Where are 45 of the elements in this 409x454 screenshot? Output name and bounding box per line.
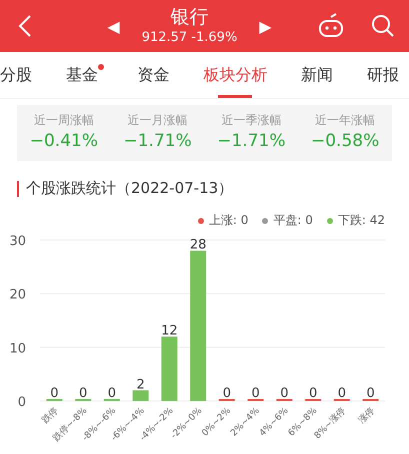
- bar-value-label: 0: [338, 386, 346, 401]
- bar-value-label: 0: [251, 386, 260, 401]
- y-tick-label: 0: [18, 395, 26, 410]
- bar-value-label: 0: [222, 386, 232, 401]
- section-title: 个股涨跌统计（2022-07-13）: [26, 179, 234, 198]
- stat-value: −1.71%: [217, 130, 286, 153]
- bar-value-label: 0: [280, 386, 289, 401]
- stat-label: 近一季涨幅: [220, 112, 282, 129]
- search-icon[interactable]: [371, 14, 395, 38]
- bar-value-label: 28: [190, 238, 206, 253]
- y-tick-label: 20: [9, 288, 26, 303]
- sector-title: 银行: [169, 5, 210, 29]
- next-button[interactable]: ▶: [259, 16, 272, 36]
- tab[interactable]: 基金: [66, 52, 104, 98]
- stat-value: −0.41%: [30, 130, 98, 153]
- bar-value-label: 0: [50, 386, 59, 401]
- bar-value-label: 0: [78, 386, 88, 401]
- stat-value: −0.58%: [311, 130, 380, 153]
- legend-label: 平盘: 0: [273, 212, 313, 229]
- previous-button[interactable]: ◀: [107, 16, 120, 36]
- tab[interactable]: 研报: [366, 52, 399, 98]
- tab[interactable]: 板块分析: [203, 52, 268, 98]
- legend-label: 下跌: 42: [338, 212, 385, 229]
- stat-label: 近一周涨幅: [32, 112, 95, 129]
- bar-value-label: 0: [108, 386, 116, 401]
- tab[interactable]: 分股: [0, 52, 32, 98]
- y-tick-label: 10: [9, 341, 26, 356]
- legend-label: 上涨: 0: [208, 212, 248, 229]
- bar-value-label: 0: [366, 386, 375, 401]
- back-icon[interactable]: [18, 14, 32, 38]
- bar-value-label: 12: [161, 324, 178, 339]
- tab[interactable]: 新闻: [301, 52, 334, 98]
- stat-label: 近一月涨幅: [126, 112, 189, 129]
- bar-value-label: 0: [308, 386, 318, 401]
- stat-value: −1.71%: [124, 130, 192, 153]
- stat-label: 近一年涨幅: [314, 112, 376, 129]
- bar-value-label: 2: [136, 377, 145, 392]
- section-marker: [17, 180, 19, 196]
- y-tick-label: 30: [9, 234, 26, 249]
- tab[interactable]: 资金: [138, 52, 170, 98]
- sector-quote: 912.57 -1.69%: [142, 29, 238, 47]
- x-axis-label: 跌停: [40, 406, 60, 426]
- active-tab-underline: [218, 95, 252, 98]
- x-axis-label: 涨停: [356, 406, 377, 426]
- robot-icon[interactable]: [317, 13, 345, 39]
